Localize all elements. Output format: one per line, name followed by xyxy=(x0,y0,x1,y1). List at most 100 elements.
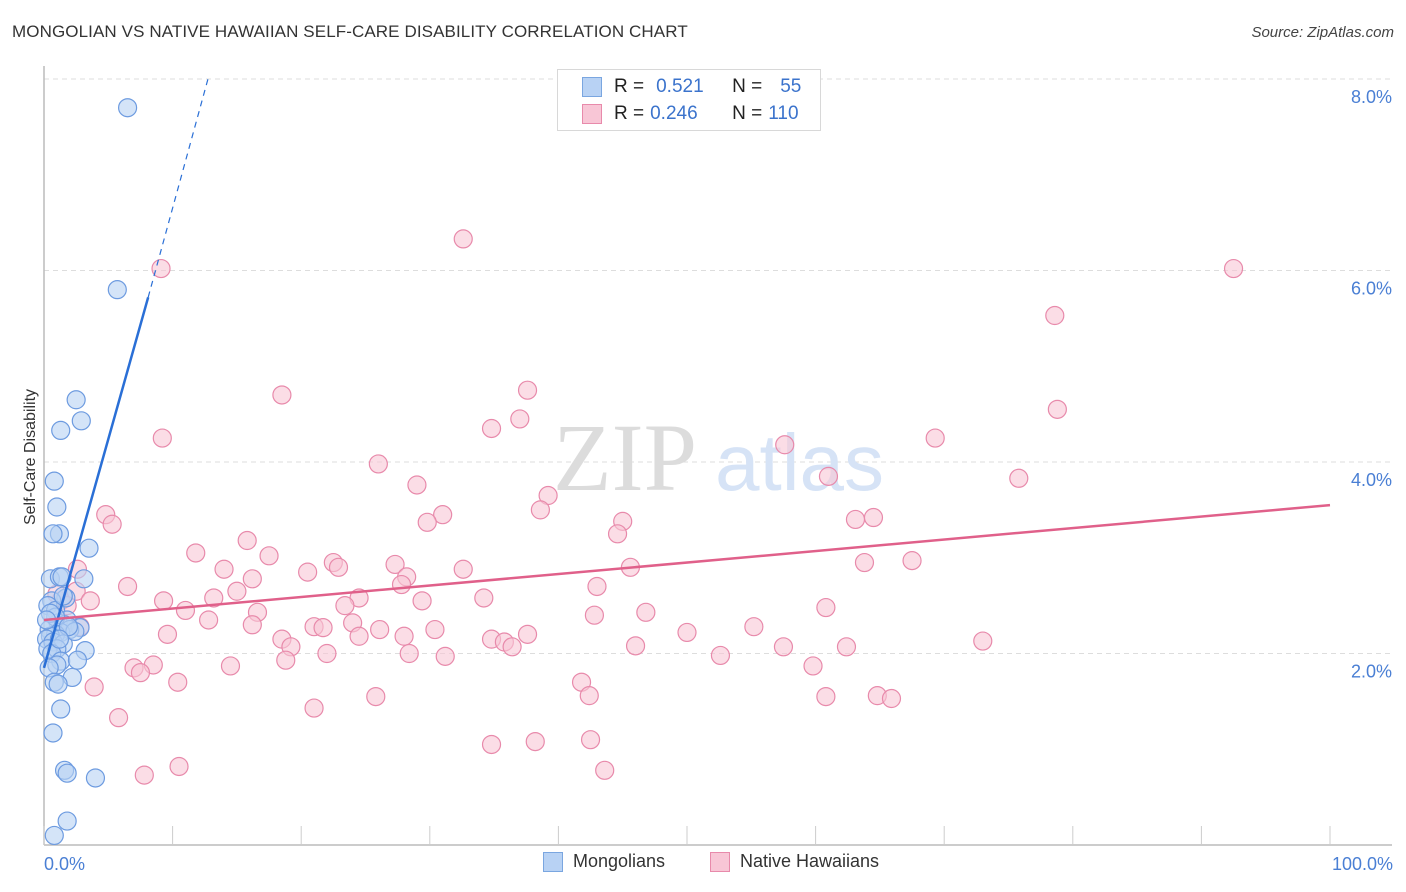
scatter-chart: ZIP atlas 2.0%4.0%6.0%8.0% 0.0% 100.0% Se… xyxy=(22,66,1393,874)
data-point xyxy=(587,576,607,597)
data-point xyxy=(74,569,94,589)
legend-label-native-hawaiians: Native Hawaiians xyxy=(740,851,880,871)
data-point xyxy=(335,596,355,616)
watermark-atlas: atlas xyxy=(715,418,884,507)
data-point xyxy=(117,98,138,118)
data-point xyxy=(818,466,839,486)
data-point xyxy=(607,524,628,544)
y-tick-label: 2.0% xyxy=(1351,662,1392,682)
data-point xyxy=(80,591,100,611)
data-point xyxy=(242,569,262,589)
data-point xyxy=(474,588,494,608)
correlation-legend: R = 0.521 N = 55 R = 0.246 N = 110 xyxy=(557,69,821,131)
legend-r-value: 0.521 xyxy=(656,76,704,97)
data-point xyxy=(973,631,993,651)
data-point xyxy=(259,546,279,566)
data-point xyxy=(272,385,292,405)
data-point xyxy=(71,411,91,431)
data-point xyxy=(595,760,615,780)
data-point xyxy=(366,686,386,707)
data-point xyxy=(773,637,794,657)
data-point xyxy=(237,530,257,551)
data-point xyxy=(417,512,437,532)
data-point xyxy=(117,576,138,597)
data-point xyxy=(51,699,71,719)
data-point xyxy=(107,280,127,300)
trend-line-mongolians-extension xyxy=(147,78,209,298)
legend-swatch-native-hawaiians xyxy=(710,851,730,872)
data-point xyxy=(153,591,174,611)
legend-n-label: N = xyxy=(732,103,763,124)
data-point xyxy=(517,380,538,400)
data-point xyxy=(1009,468,1029,488)
legend-r-label: R = xyxy=(614,103,645,124)
data-point xyxy=(368,454,388,474)
legend-swatch-native-hawaiians xyxy=(582,104,602,124)
y-tick-label: 8.0% xyxy=(1351,87,1392,107)
legend-row-native-hawaiians: R = 0.246 N = 110 xyxy=(582,102,799,126)
data-point xyxy=(175,600,196,621)
data-point xyxy=(481,734,502,755)
data-point xyxy=(168,672,188,692)
data-point xyxy=(391,574,412,595)
y-tick-label: 6.0% xyxy=(1351,279,1392,299)
data-point xyxy=(863,507,884,528)
data-point xyxy=(276,650,296,670)
data-point xyxy=(845,509,866,530)
data-point xyxy=(775,435,795,455)
data-point xyxy=(1045,305,1065,326)
data-point xyxy=(710,645,731,666)
data-point xyxy=(744,617,764,637)
data-point xyxy=(298,562,318,582)
data-point xyxy=(803,656,823,676)
data-point xyxy=(130,663,151,683)
data-point xyxy=(425,619,445,640)
legend-row-mongolians: R = 0.521 N = 55 xyxy=(582,75,801,99)
legend-n-value: 55 xyxy=(780,76,802,97)
legend-r-label: R = xyxy=(614,76,645,97)
legend-item-native-hawaiians[interactable]: Native Hawaiians xyxy=(710,851,879,872)
data-point xyxy=(169,756,189,777)
data-point xyxy=(579,686,599,706)
data-point xyxy=(157,624,178,644)
data-point xyxy=(152,428,172,448)
data-point xyxy=(902,551,922,571)
data-point xyxy=(399,643,419,664)
legend-swatch-mongolians xyxy=(582,77,602,97)
data-point xyxy=(51,420,71,441)
legend-n-label: N = xyxy=(732,76,763,97)
data-point xyxy=(836,637,857,657)
data-point xyxy=(44,825,64,846)
data-point xyxy=(349,626,369,646)
data-point xyxy=(48,674,68,694)
data-point xyxy=(412,591,432,611)
data-point xyxy=(625,636,646,656)
data-point xyxy=(816,597,836,618)
legend-label-mongolians: Mongolians xyxy=(573,851,666,871)
data-point xyxy=(67,650,88,670)
data-point xyxy=(481,418,502,439)
data-point xyxy=(925,428,945,448)
legend-n-value: 110 xyxy=(768,103,799,124)
legend-item-mongolians[interactable]: Mongolians xyxy=(543,851,665,872)
data-point xyxy=(47,497,67,517)
data-point xyxy=(84,677,104,697)
trend-lines xyxy=(42,78,1331,669)
data-point xyxy=(502,637,522,657)
data-point xyxy=(304,698,324,718)
data-point xyxy=(242,615,262,635)
trend-line-native-hawaiians xyxy=(43,503,1331,622)
data-point xyxy=(1223,258,1244,279)
y-tick-labels: 2.0% 4.0% 6.0% 8.0% xyxy=(1351,87,1392,682)
data-point xyxy=(108,708,129,728)
data-point xyxy=(1047,399,1067,419)
data-point xyxy=(57,811,77,831)
data-point xyxy=(816,686,836,707)
data-point xyxy=(313,618,333,638)
data-point xyxy=(227,581,247,601)
data-point xyxy=(328,557,349,577)
data-point xyxy=(43,723,63,743)
legend-swatch-mongolians xyxy=(543,851,563,872)
data-point xyxy=(453,559,473,579)
grid-lines xyxy=(44,78,1392,654)
